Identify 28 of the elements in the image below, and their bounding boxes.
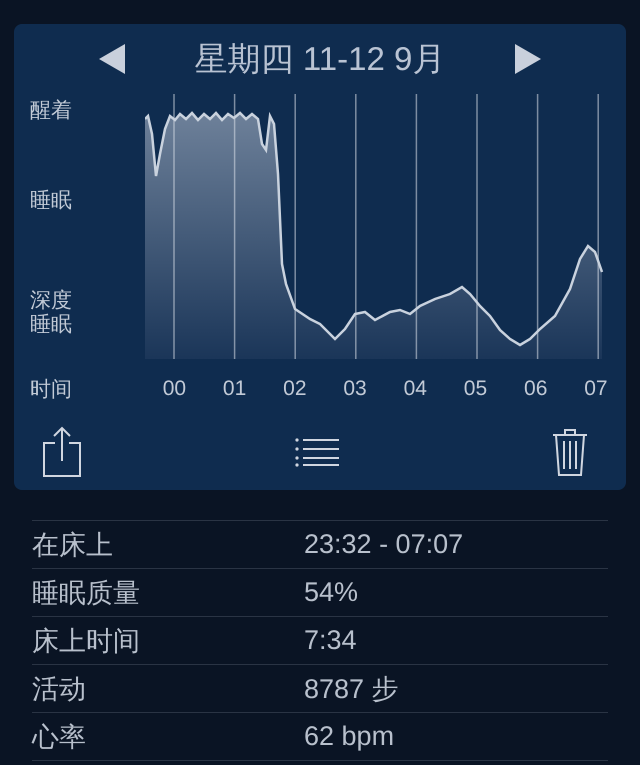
trash-icon[interactable] xyxy=(552,427,588,477)
stat-label: 睡眠质量 xyxy=(32,576,141,610)
sleep-stage-label: 深度睡眠 xyxy=(30,289,73,337)
stat-value: 8787 步 xyxy=(304,672,400,706)
stat-value: 7:34 xyxy=(304,625,358,656)
stat-label: 床上时间 xyxy=(32,624,141,658)
sleep-stage-label: 睡眠 xyxy=(30,189,73,213)
hour-tick: 07 xyxy=(583,377,609,401)
hour-tick: 06 xyxy=(523,377,548,401)
time-axis-label: 时间 xyxy=(29,377,73,403)
hour-tick: 04 xyxy=(402,377,428,401)
stat-label: 活动 xyxy=(32,672,87,706)
hour-tick: 03 xyxy=(342,377,368,401)
next-icon[interactable] xyxy=(515,44,542,74)
stat-value: 54% xyxy=(304,577,360,608)
hour-tick: 00 xyxy=(162,377,188,401)
stat-label: 在床上 xyxy=(32,528,114,562)
share-icon[interactable] xyxy=(42,426,82,478)
stat-value: 62 bpm xyxy=(304,721,396,752)
stat-label: 心率 xyxy=(32,720,87,754)
hour-tick: 02 xyxy=(282,377,308,401)
hour-tick: 01 xyxy=(222,377,248,401)
previous-icon[interactable] xyxy=(98,44,125,74)
sleep-stage-label: 醒着 xyxy=(30,99,73,123)
list-icon[interactable] xyxy=(295,437,339,467)
stat-value: 23:32 - 07:07 xyxy=(304,529,464,560)
hour-tick: 05 xyxy=(462,377,488,401)
date-title: 星期四 11-12 9月 xyxy=(194,38,446,78)
